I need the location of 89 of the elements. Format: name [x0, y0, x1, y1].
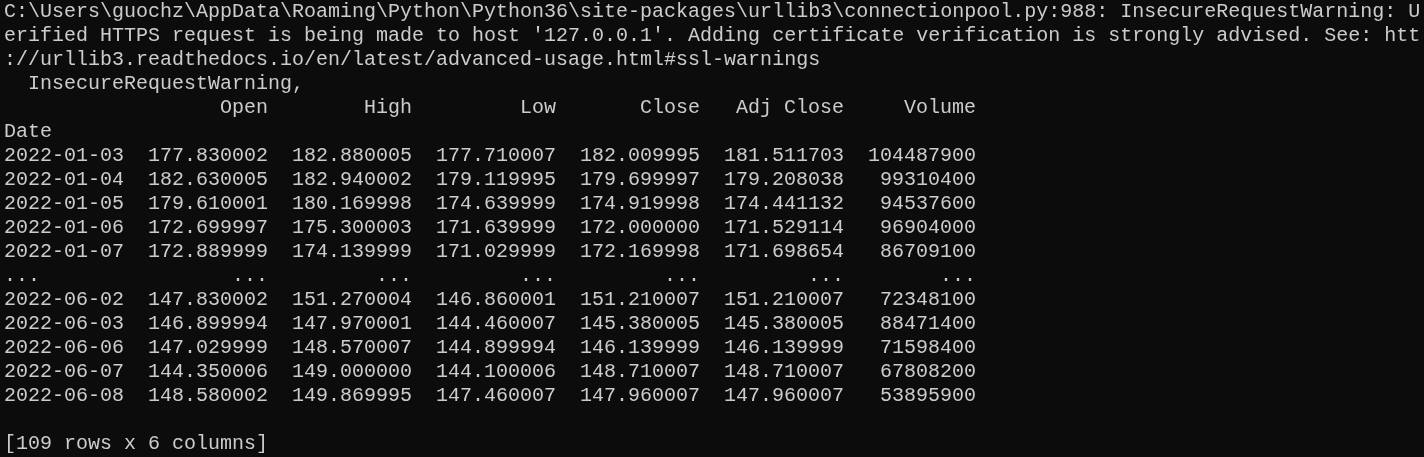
table-cell: 146.139999 — [724, 336, 845, 359]
table-cell: 144.460007 — [436, 312, 557, 335]
table-cell: ... — [520, 264, 557, 287]
table-cell: 179.119995 — [436, 168, 557, 191]
table-cell: 171.639999 — [436, 216, 557, 239]
column-header: Low — [520, 96, 557, 119]
table-cell: 145.380005 — [580, 312, 701, 335]
table-cell: 174.139999 — [292, 240, 413, 263]
table-cell: 146.139999 — [580, 336, 701, 359]
table-cell: 147.960007 — [724, 384, 845, 407]
table-cell: 174.919998 — [580, 192, 701, 215]
console-line: InsecureRequestWarning, — [27, 72, 306, 96]
table-cell: 151.210007 — [724, 288, 845, 311]
table-cell: 67808200 — [880, 360, 977, 383]
table-cell: 72348100 — [880, 288, 977, 311]
table-cell: 146.860001 — [436, 288, 557, 311]
table-cell: 147.460007 — [436, 384, 557, 407]
table-cell: 151.210007 — [580, 288, 701, 311]
column-header: Adj Close — [736, 96, 845, 119]
table-cell: 88471400 — [880, 312, 977, 335]
table-cell: 53895900 — [880, 384, 977, 407]
table-cell: 172.000000 — [580, 216, 701, 239]
table-cell: 86709100 — [880, 240, 977, 263]
column-header: Close — [640, 96, 701, 119]
table-cell: 171.698654 — [724, 240, 845, 263]
table-cell: 145.380005 — [724, 312, 845, 335]
table-cell: 172.169998 — [580, 240, 701, 263]
summary-line: [109 rows x 6 columns] — [4, 432, 270, 456]
table-cell: 147.960007 — [580, 384, 701, 407]
table-cell: 174.639999 — [436, 192, 557, 215]
row-index: 2022-06-02 — [4, 288, 125, 311]
row-index: ... — [4, 264, 40, 287]
row-index: 2022-01-05 — [4, 192, 125, 215]
table-cell: 179.699997 — [580, 168, 701, 191]
table-cell: 144.899994 — [436, 336, 557, 359]
table-cell: 171.529114 — [724, 216, 845, 239]
table-cell: 146.899994 — [148, 312, 269, 335]
table-cell: 175.300003 — [292, 216, 413, 239]
table-cell: 94537600 — [880, 192, 977, 215]
table-cell: 172.889999 — [148, 240, 269, 263]
table-cell: 148.570007 — [292, 336, 413, 359]
table-cell: 181.511703 — [724, 144, 845, 167]
row-index: 2022-01-06 — [4, 216, 125, 239]
table-cell: 147.029999 — [148, 336, 269, 359]
row-index: 2022-06-03 — [4, 312, 125, 335]
table-cell: ... — [808, 264, 845, 287]
table-cell: ... — [232, 264, 269, 287]
table-cell: 180.169998 — [292, 192, 413, 215]
table-cell: 149.869995 — [292, 384, 413, 407]
table-cell: 151.270004 — [292, 288, 413, 311]
index-name: Date — [4, 120, 52, 144]
table-cell: 171.029999 — [436, 240, 557, 263]
console-line: C:\Users\guochz\AppData\Roaming\Python\Python36\site-packages\urllib3\connectionpool.py:988: InsecureRequestWarning: U — [4, 0, 1422, 24]
column-header: Volume — [904, 96, 977, 119]
table-cell: 172.699997 — [148, 216, 269, 239]
console-line: erified HTTPS request is being made to host '127.0.0.1'. Adding certificate verification is strongly advised. See: htt — [4, 24, 1422, 48]
table-cell: 182.880005 — [292, 144, 413, 167]
table-cell: 147.970001 — [292, 312, 413, 335]
table-cell: 148.710007 — [724, 360, 845, 383]
table-cell: 144.350006 — [148, 360, 269, 383]
table-cell: 96904000 — [880, 216, 977, 239]
row-index: 2022-01-04 — [4, 168, 125, 191]
table-cell: 179.208038 — [724, 168, 845, 191]
table-cell: 177.830002 — [148, 144, 269, 167]
row-index: 2022-01-07 — [4, 240, 125, 263]
row-index: 2022-01-03 — [4, 144, 125, 167]
row-index: 2022-06-07 — [4, 360, 125, 383]
table-cell: 144.100006 — [436, 360, 557, 383]
table-cell: 71598400 — [880, 336, 977, 359]
table-cell: ... — [664, 264, 701, 287]
column-header: Open — [220, 96, 269, 119]
row-index: 2022-06-08 — [4, 384, 125, 407]
console-line: ://urllib3.readthedocs.io/en/latest/advanced-usage.html#ssl-warnings — [4, 48, 822, 72]
table-cell: ... — [376, 264, 413, 287]
column-header: High — [364, 96, 413, 119]
table-cell: 99310400 — [880, 168, 977, 191]
table-cell: 182.940002 — [292, 168, 413, 191]
table-cell: 177.710007 — [436, 144, 557, 167]
table-cell: 148.580002 — [148, 384, 269, 407]
row-index: 2022-06-06 — [4, 336, 125, 359]
table-cell: ... — [940, 264, 977, 287]
table-cell: 182.630005 — [148, 168, 269, 191]
table-cell: 179.610001 — [148, 192, 269, 215]
table-cell: 148.710007 — [580, 360, 701, 383]
table-cell: 104487900 — [868, 144, 977, 167]
table-cell: 147.830002 — [148, 288, 269, 311]
table-cell: 174.441132 — [724, 192, 845, 215]
table-cell: 149.000000 — [292, 360, 413, 383]
table-cell: 182.009995 — [580, 144, 701, 167]
